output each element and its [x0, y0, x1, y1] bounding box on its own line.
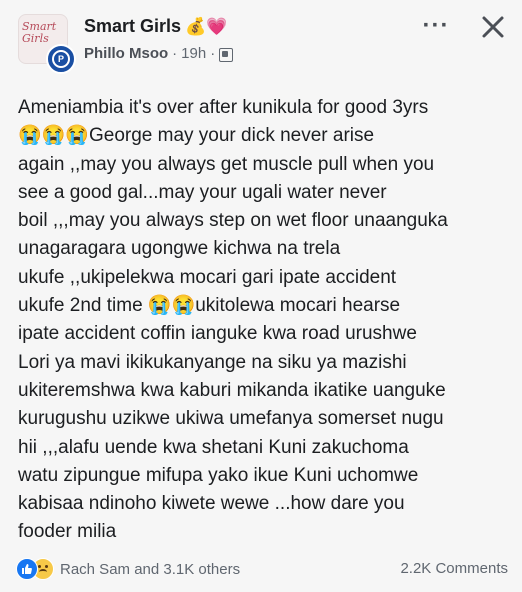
reaction-count: Rach Sam and 3.1K others — [60, 560, 241, 578]
group-avatar-logo-text: Smart Girls — [22, 20, 57, 45]
group-name-label: Smart Girls — [84, 16, 182, 36]
close-icon — [482, 16, 504, 38]
group-name[interactable]: Smart Girls 💰💗 — [84, 16, 227, 37]
thumbs-up-icon — [16, 558, 38, 580]
thumbs-up-glyph — [22, 564, 32, 574]
more-options-button[interactable]: ··· — [416, 14, 456, 40]
post-time[interactable]: 19h — [181, 45, 206, 62]
group-privacy-icon — [219, 47, 234, 62]
author-avatar-icon: P — [52, 50, 70, 68]
post-meta: Phillo Msoo · 19h · — [84, 45, 234, 62]
author-avatar[interactable]: P — [46, 44, 76, 74]
close-button[interactable] — [476, 10, 510, 44]
group-name-emojis: 💰💗 — [185, 16, 228, 36]
meta-separator: · — [172, 45, 178, 62]
author-name[interactable]: Phillo Msoo — [84, 45, 168, 62]
meta-separator: · — [210, 45, 216, 62]
post-text: Ameniambia it's over after kunikula for … — [18, 97, 448, 543]
post-footer: Rach Sam and 3.1K others 2.2K Comments — [0, 550, 522, 592]
reactions-summary[interactable]: Rach Sam and 3.1K others — [16, 558, 240, 580]
post-header: Smart Girls P Smart Girls 💰💗 Phillo Msoo… — [0, 0, 522, 80]
facebook-post: Smart Girls P Smart Girls 💰💗 Phillo Msoo… — [0, 0, 522, 592]
comments-count[interactable]: 2.2K Comments — [400, 560, 508, 577]
